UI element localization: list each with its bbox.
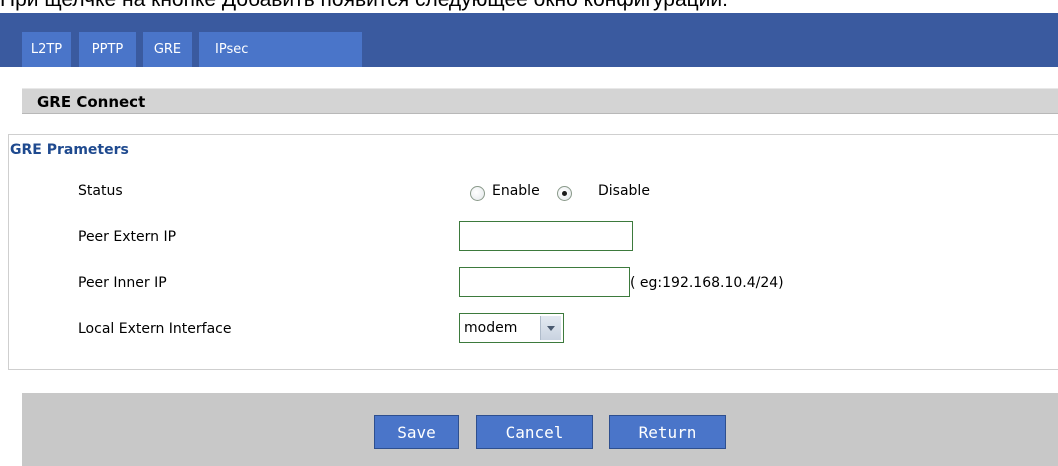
tab-l2tp[interactable]: L2TP: [22, 32, 71, 67]
tab-bar: L2TP PPTP GRE IPsec: [0, 13, 1058, 67]
local-extern-interface-value: modem: [464, 320, 518, 336]
tab-ipsec[interactable]: IPsec: [199, 32, 362, 67]
chevron-down-icon[interactable]: [540, 316, 561, 340]
disable-label: Disable: [598, 183, 650, 199]
local-extern-interface-label: Local Extern Interface: [78, 321, 232, 337]
peer-inner-ip-label: Peer Inner IP: [78, 275, 167, 291]
peer-inner-ip-hint: ( eg:192.168.10.4/24): [630, 275, 784, 291]
page-caption: При щелчке на кнопке Добавить появится с…: [0, 0, 1058, 13]
return-button[interactable]: Return: [609, 415, 726, 449]
peer-extern-ip-label: Peer Extern IP: [78, 229, 177, 245]
status-label: Status: [78, 183, 123, 199]
tab-pptp[interactable]: PPTP: [79, 32, 136, 67]
gre-parameters-title: GRE Prameters: [10, 142, 129, 158]
tab-gre[interactable]: GRE: [143, 32, 192, 67]
cancel-button[interactable]: Cancel: [476, 415, 593, 449]
peer-inner-ip-input[interactable]: [459, 267, 630, 297]
enable-radio[interactable]: [470, 186, 485, 201]
peer-extern-ip-input[interactable]: [459, 221, 633, 251]
disable-radio[interactable]: [557, 186, 572, 201]
save-button[interactable]: Save: [374, 415, 459, 449]
local-extern-interface-select[interactable]: modem: [459, 313, 564, 343]
enable-label: Enable: [492, 183, 540, 199]
section-title: GRE Connect: [22, 88, 1058, 114]
